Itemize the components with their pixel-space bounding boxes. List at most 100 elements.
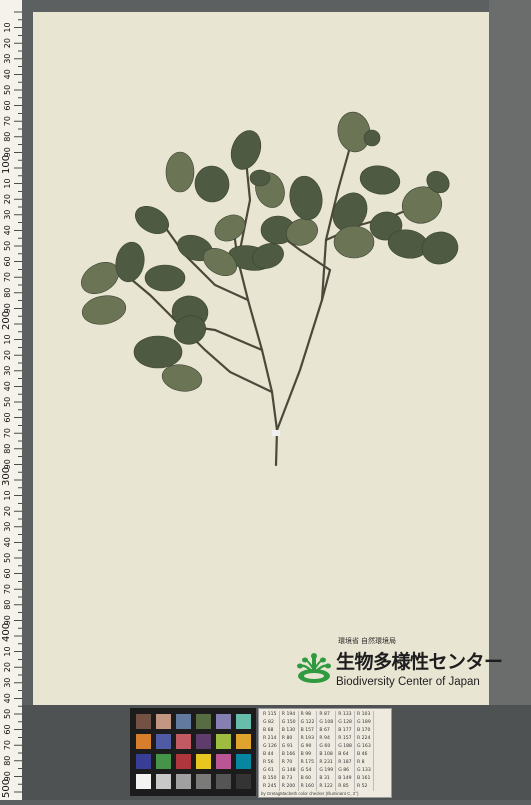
color-swatch [136, 714, 151, 729]
color-swatch [216, 734, 231, 749]
leaf [333, 225, 375, 259]
color-value-row: B 44 B 166 B 99 B 108 B 64 B 46 [261, 751, 374, 759]
color-swatch [176, 734, 191, 749]
color-value-cell: G 82 [261, 719, 280, 727]
color-value-cell: B 166 [279, 751, 299, 759]
color-value-row: G 61 G 148 G 54 G 199 G 86 G 133 [261, 767, 374, 775]
color-swatch [236, 754, 251, 769]
ministry-label: 環境省 自然環境局 [338, 638, 396, 645]
specimen-image: 10 20 30 40 50 60 70 80 90 100 10 20 30 40 50 60 70 80 90 2… [0, 0, 531, 800]
color-value-cell: R 8 [354, 759, 374, 767]
color-value-cell: G 90 [298, 743, 318, 751]
color-value-cell: G 189 [354, 719, 374, 727]
plant-stem [236, 158, 252, 262]
color-value-cell: B 149 [335, 775, 355, 783]
color-value-cell: B 99 [298, 751, 318, 759]
color-swatch [156, 754, 171, 769]
color-value-cell: B 46 [354, 751, 374, 759]
color-value-cell: R 194 [279, 711, 299, 719]
color-value-cell: R 193 [298, 735, 318, 743]
color-value-cell: B 157 [298, 727, 318, 735]
color-value-cell: B 170 [354, 727, 374, 735]
color-swatch [156, 774, 171, 789]
color-swatch [136, 754, 151, 769]
color-value-cell: G 91 [279, 743, 299, 751]
leaf [133, 335, 183, 369]
color-swatch [196, 714, 211, 729]
leaf [81, 295, 127, 325]
color-value-cell: G 126 [261, 743, 280, 751]
specimen-tag [272, 430, 280, 436]
color-value-row: B 150 B 73 B 60 B 31 B 149 B 161 [261, 775, 374, 783]
color-swatch [136, 734, 151, 749]
color-swatch [236, 734, 251, 749]
color-value-row: R 245 R 200 R 160 R 122 R 85 R 52 [261, 783, 374, 791]
color-value-row: G 82 G 150 G 122 G 108 G 128 G 189 [261, 719, 374, 727]
color-value-cell: R 70 [279, 759, 299, 767]
color-value-row: R 214 R 80 R 193 R 94 R 157 R 224 [261, 735, 374, 743]
leaf [421, 231, 459, 265]
color-value-cell: B 31 [316, 775, 337, 783]
color-swatch [156, 714, 171, 729]
background-strip [489, 0, 531, 800]
color-checker-chart [130, 708, 256, 796]
color-value-row: G 126 G 91 G 90 G 60 G 188 G 163 [261, 743, 374, 751]
color-value-cell: B 67 [316, 727, 337, 735]
color-value-cell: B 68 [261, 727, 280, 735]
color-swatch [176, 754, 191, 769]
color-value-card: R 115 R 194 R 98 R 87 R 133 R 103 G 82 G 150 G 1… [258, 708, 392, 798]
color-value-cell: G 150 [279, 719, 299, 727]
color-swatch [176, 774, 191, 789]
color-value-cell: R 80 [279, 735, 299, 743]
color-value-cell: R 160 [298, 783, 318, 791]
color-value-cell: B 108 [316, 751, 337, 759]
color-value-cell: G 199 [316, 767, 337, 775]
color-value-cell: G 108 [316, 719, 337, 727]
color-value-cell: R 133 [335, 711, 355, 719]
color-value-cell: R 115 [261, 711, 280, 719]
color-swatch [176, 714, 191, 729]
color-value-cell: B 150 [261, 775, 280, 783]
leaf [363, 129, 381, 147]
color-swatch [236, 714, 251, 729]
color-value-cell: R 224 [354, 735, 374, 743]
color-value-row: R 115 R 194 R 98 R 87 R 133 R 103 [261, 711, 374, 719]
color-value-cell: R 214 [261, 735, 280, 743]
color-swatch [136, 774, 151, 789]
color-value-cell: R 94 [316, 735, 337, 743]
color-value-cell: R 85 [335, 783, 355, 791]
color-swatch [196, 754, 211, 769]
color-value-cell: R 245 [261, 783, 280, 791]
color-value-cell: R 98 [298, 711, 318, 719]
leaf [359, 165, 401, 195]
color-value-cell: G 188 [335, 743, 355, 751]
color-value-cell: B 161 [354, 775, 374, 783]
color-swatch [216, 714, 231, 729]
color-value-cell: G 148 [279, 767, 299, 775]
color-value-cell: G 133 [354, 767, 374, 775]
color-value-cell: R 231 [316, 759, 337, 767]
color-value-cell: B 60 [298, 775, 318, 783]
leaf [194, 165, 230, 203]
color-value-cell: B 44 [261, 751, 280, 759]
color-value-cell: R 122 [316, 783, 337, 791]
color-value-cell: G 128 [335, 719, 355, 727]
color-value-cell: R 200 [279, 783, 299, 791]
center-name-jp: 生物多様性センター [336, 652, 503, 673]
color-value-cell: G 122 [298, 719, 318, 727]
color-value-cell: R 56 [261, 759, 280, 767]
color-value-cell: G 86 [335, 767, 355, 775]
color-card-footer: by GretagMacbeth color checker (Illumina… [261, 791, 359, 796]
color-value-cell: R 175 [298, 759, 318, 767]
color-value-cell: G 163 [354, 743, 374, 751]
color-value-row: B 68 B 130 B 157 B 67 B 177 B 170 [261, 727, 374, 735]
institution-logo: 環境省 自然環境局 生物多様性センター Biodiversity Center … [292, 636, 503, 700]
color-value-table: R 115 R 194 R 98 R 87 R 133 R 103 G 82 G 150 G 1… [261, 711, 374, 791]
leaf [144, 264, 186, 292]
color-value-cell: G 60 [316, 743, 337, 751]
color-swatch [156, 734, 171, 749]
leaf [165, 151, 195, 193]
color-value-cell: R 52 [354, 783, 374, 791]
color-value-cell: G 61 [261, 767, 280, 775]
plant-logo-icon [297, 653, 331, 683]
